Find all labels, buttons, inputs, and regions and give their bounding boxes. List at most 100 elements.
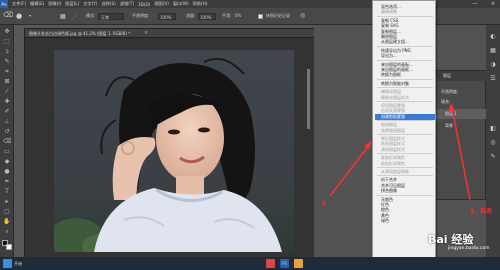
layers-panel: 图层 不透明度: 填充: 图层 1 背景 <box>430 70 487 200</box>
menu-filter[interactable]: 滤镜(T) <box>120 1 134 7</box>
layer-opacity-row[interactable]: 不透明度: <box>431 87 487 97</box>
context-menu-item: 选择链接图层 <box>381 127 405 133</box>
context-menu-item[interactable]: 拼合图像 <box>375 188 435 194</box>
photoshop-taskbar-icon[interactable]: PS <box>280 259 289 268</box>
menu-edit[interactable]: 编辑(E) <box>30 1 44 7</box>
context-menu-separator <box>377 78 433 80</box>
brush-tool-icon[interactable]: ✐ <box>3 108 11 116</box>
menu-window[interactable]: 窗口(W) <box>173 1 189 7</box>
start-label: 开始 <box>14 261 22 266</box>
close-document-icon[interactable]: × <box>144 30 148 36</box>
pressure-icon[interactable]: ◎ <box>300 12 305 19</box>
hand-tool-icon[interactable]: ✋ <box>3 218 11 226</box>
mode-select[interactable]: 正常 <box>98 13 124 20</box>
crop-tool-icon[interactable]: ⌗ <box>3 68 11 76</box>
annotation-step-2: 2 <box>322 200 327 207</box>
layers-panel-header: 图层 <box>431 71 487 81</box>
document-photo[interactable] <box>54 50 294 252</box>
healing-tool-icon[interactable]: ✚ <box>3 98 11 106</box>
dodge-tool-icon[interactable]: ● <box>3 168 11 176</box>
document-scrollbar[interactable] <box>307 69 310 129</box>
menu-help[interactable]: 帮助(H) <box>193 1 208 7</box>
color-panel-icon[interactable]: ◐ <box>489 33 497 41</box>
portrait-image <box>54 50 294 252</box>
layers-header-label: 图层 <box>443 73 451 78</box>
context-menu-item[interactable]: 创建剪贴蒙版 <box>375 113 435 120</box>
annotation-step-1: 1、右击 <box>470 208 493 215</box>
watermark-url: jingyan.baidu.com <box>448 246 490 251</box>
zoom-tool-icon[interactable]: ⌕ <box>3 228 11 236</box>
watermark-brand: Bai 经验 <box>428 233 474 246</box>
layer-opacity-label: 不透明度: <box>441 89 459 94</box>
menu-file[interactable]: 文件(F) <box>12 1 26 7</box>
shape-tool-icon[interactable]: ▢ <box>3 208 11 216</box>
canvas-area: 图像头发去白边调色版.jpg @ 41.2% (图层 1, RGB/8) * × <box>14 25 316 266</box>
opacity-input[interactable]: 100% <box>158 13 176 20</box>
layer-fill-label: 填充: <box>441 99 451 104</box>
brush-preset-icon[interactable]: ● <box>16 12 22 20</box>
quick-select-tool-icon[interactable]: ✎ <box>3 58 11 66</box>
airbrush-icon[interactable]: ⋰ <box>72 13 78 20</box>
menu-select[interactable]: 选择(S) <box>101 1 115 7</box>
close-button[interactable]: × <box>488 0 498 8</box>
context-menu-separator <box>377 167 433 168</box>
marquee-tool-icon[interactable]: ⬚ <box>3 38 11 46</box>
windows-start-icon[interactable] <box>3 259 12 268</box>
stamp-tool-icon[interactable]: ⊥ <box>3 118 11 126</box>
document-tab[interactable]: 图像头发去白边调色版.jpg @ 41.2% (图层 1, RGB/8) * × <box>25 29 315 38</box>
flow-input[interactable]: 100% <box>198 13 216 20</box>
libraries-panel-icon[interactable]: ☰ <box>489 75 497 83</box>
blur-tool-icon[interactable]: ◆ <box>3 158 11 166</box>
context-menu-item: 从隔离图层释放 <box>381 169 409 174</box>
context-menu-separator <box>377 194 433 196</box>
context-menu-item: 栅格化图层样式 <box>381 94 409 100</box>
brush-size-label: ▾ <box>29 13 32 18</box>
context-menu-separator <box>377 134 433 135</box>
context-menu-item[interactable]: 导出为... <box>375 53 435 59</box>
erase-to-history-checkbox[interactable] <box>258 14 263 19</box>
layer-fill-row[interactable]: 填充: <box>431 97 487 107</box>
context-menu-item[interactable]: 绿色 <box>375 218 435 224</box>
minimize-button[interactable]: — <box>470 0 480 8</box>
smoothing-label: 平滑: <box>222 13 232 18</box>
background-color-swatch[interactable] <box>6 244 12 250</box>
pen-tool-icon[interactable]: ✒ <box>3 178 11 186</box>
layer-row-background[interactable]: 背景 <box>431 121 487 131</box>
channels-panel-icon[interactable]: ◎ <box>489 139 497 147</box>
adjustments-panel-icon[interactable]: ◑ <box>489 61 497 69</box>
menu-type[interactable]: 文字(Y) <box>83 1 97 7</box>
history-brush-tool-icon[interactable]: ↺ <box>3 128 11 136</box>
move-tool-icon[interactable]: ✥ <box>3 28 11 36</box>
context-menu-item: 粘贴形状属性 <box>381 160 405 166</box>
menu-3d[interactable]: 3D(D) <box>138 2 150 7</box>
menu-layer[interactable]: 图层(L) <box>65 1 79 7</box>
menu-image[interactable]: 图像(I) <box>48 1 61 7</box>
eyedropper-tool-icon[interactable]: ⁄ <box>3 88 11 96</box>
taskbar-app-icon-2[interactable] <box>294 259 303 268</box>
layer-row-1[interactable]: 图层 1 <box>431 109 487 119</box>
context-menu-item[interactable]: 从图层建立组... <box>375 39 435 45</box>
photoshop-logo-icon: Ps <box>0 0 8 8</box>
layers-panel-icon[interactable]: ◧ <box>489 125 497 133</box>
panel-icons-strip: ◐ ▦ ◑ ☰ ◧ ◎ ✎ <box>486 25 500 257</box>
eraser-tool-icon[interactable]: ⌫ <box>3 138 11 146</box>
context-menu-item[interactable]: 转换为图框 <box>375 72 435 78</box>
frame-tool-icon[interactable]: ⊠ <box>3 78 11 86</box>
paths-panel-icon[interactable]: ✎ <box>489 153 497 161</box>
smoothing-value[interactable]: 0% <box>235 13 241 18</box>
type-tool-icon[interactable]: T <box>3 188 11 196</box>
gradient-tool-icon[interactable]: ▭ <box>3 148 11 156</box>
swatches-panel-icon[interactable]: ▦ <box>489 47 497 55</box>
opacity-value: 100% <box>160 15 172 20</box>
erase-to-history-label: 抹到历史记录 <box>266 13 290 18</box>
context-menu-item[interactable]: 转换为智能对象 <box>375 81 435 87</box>
layer-1-label: 图层 1 <box>445 111 457 116</box>
eraser-tool-icon[interactable]: ⌫ <box>3 11 13 19</box>
mode-select-value: 正常 <box>101 15 109 20</box>
layer-context-menu: 混合选项... 编辑调整... 复制 CSS 复制 SVG 复制图层... 删除图层 从图层… <box>372 0 436 270</box>
path-select-tool-icon[interactable]: ▸ <box>3 198 11 206</box>
taskbar-app-icon-1[interactable] <box>266 259 275 268</box>
lasso-tool-icon[interactable]: ↄ <box>3 48 11 56</box>
brush-settings-icon[interactable]: ▦ <box>60 13 66 20</box>
menu-view[interactable]: 视图(V) <box>154 1 169 7</box>
